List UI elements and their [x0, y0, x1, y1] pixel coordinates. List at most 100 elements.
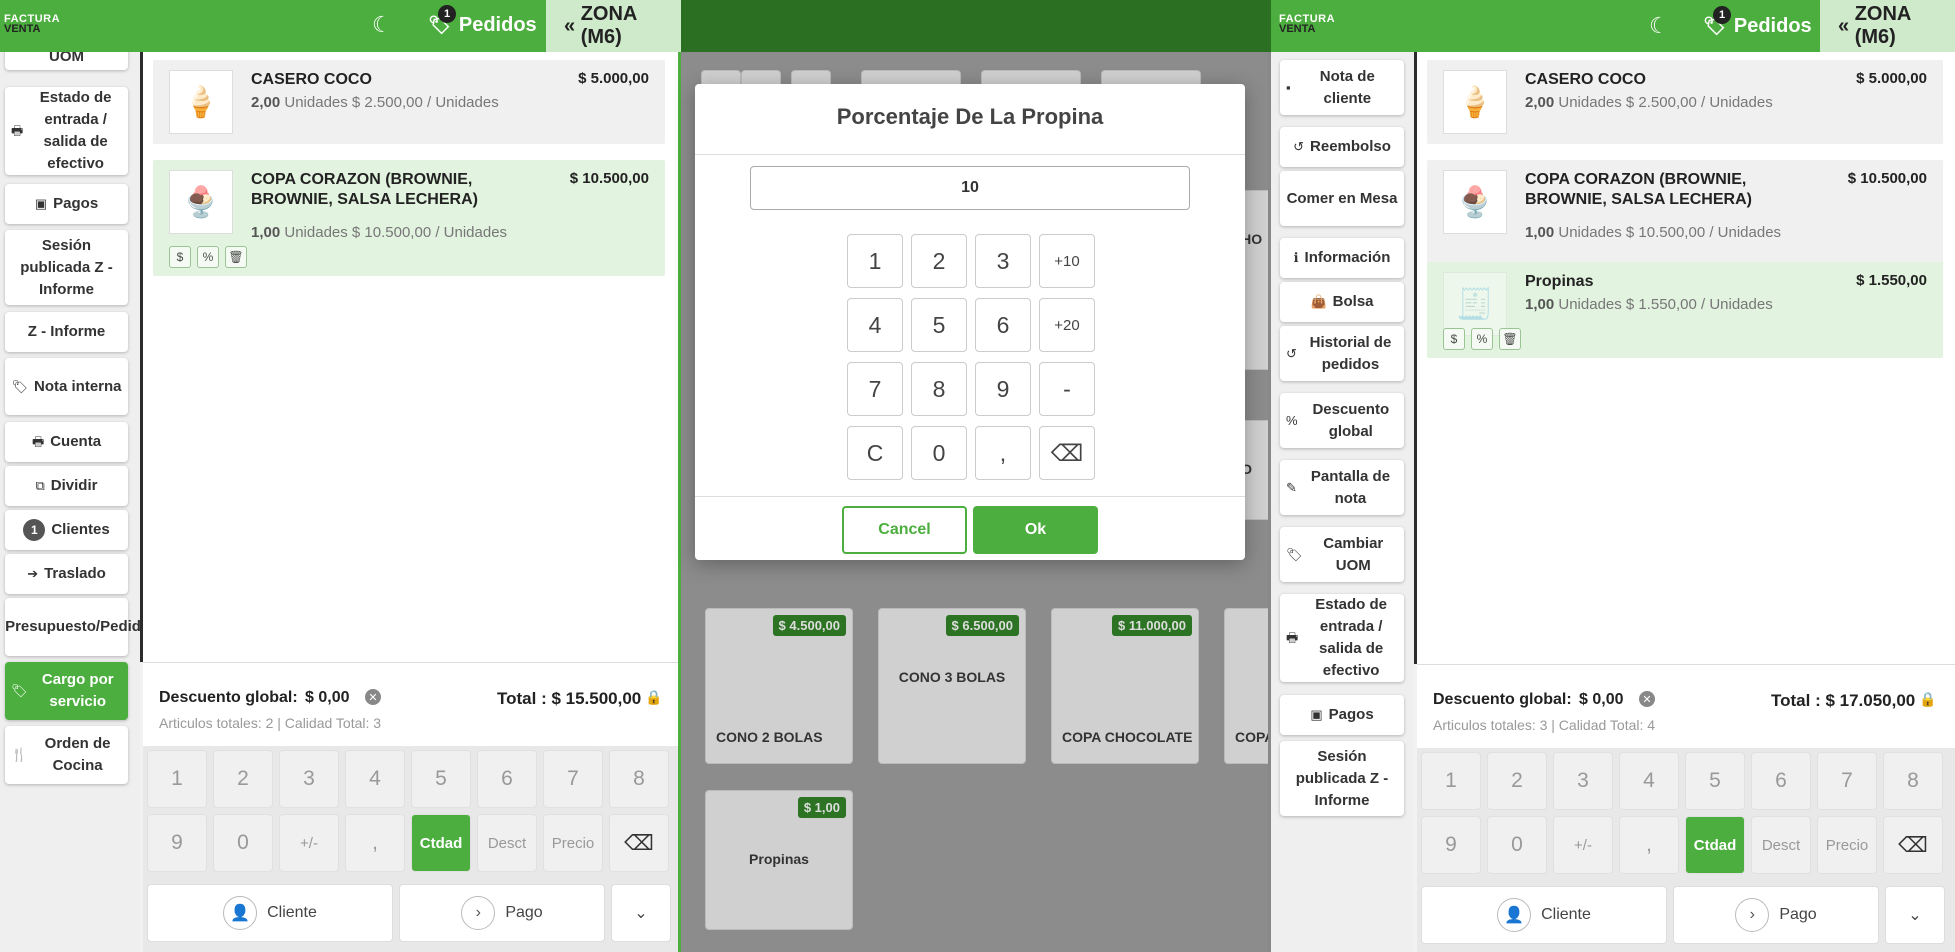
sidebar-button-orden-de-cocina[interactable]: 🍴 Orden de Cocina	[5, 726, 128, 784]
dark-mode-icon[interactable]: ☾	[372, 12, 392, 38]
payment-button[interactable]: › Pago	[399, 884, 605, 942]
order-line[interactable]: 🧾 Propinas 1,00 Unidades $ 1.550,00 / Unid…	[1427, 262, 1943, 358]
numpad-key-6[interactable]: 6	[1751, 752, 1811, 810]
numpad-key-precio[interactable]: Precio	[543, 814, 603, 872]
keypad-key-10[interactable]: +10	[1039, 234, 1095, 288]
clear-discount-icon[interactable]: ✕	[1639, 691, 1655, 707]
sidebar-button-uom[interactable]: UOM	[5, 52, 128, 70]
product-card[interactable]: $ 6.500,00 CONO 3 BOLAS	[878, 608, 1026, 764]
sidebar-button-reembolso[interactable]: ↺ Reembolso	[1280, 127, 1404, 167]
sidebar-button-cargo-por-servicio[interactable]: 🏷 Cargo por servicio	[5, 662, 128, 720]
keypad-key-0[interactable]: 0	[911, 426, 967, 480]
trash-icon[interactable]: 🗑	[1499, 328, 1521, 350]
numpad-key-[interactable]: +/-	[279, 814, 339, 872]
tip-input[interactable]: 10	[750, 166, 1190, 210]
zone-button[interactable]: « ZONA (M6)	[1820, 0, 1955, 52]
more-chevron-icon[interactable]: ⌄	[1885, 886, 1945, 944]
order-line[interactable]: 🍦 CASERO COCO 2,00 Unidades $ 2.500,00 / U…	[1427, 60, 1943, 144]
numpad-key-3[interactable]: 3	[1553, 752, 1613, 810]
keypad-key-comma[interactable]: ,	[975, 426, 1031, 480]
discount-icon[interactable]: %	[197, 246, 219, 268]
numpad-key-2[interactable]: 2	[1487, 752, 1547, 810]
sidebar-button-pagos[interactable]: ▣ Pagos	[5, 184, 128, 224]
clear-discount-icon[interactable]: ✕	[365, 689, 381, 705]
sidebar-button-sesion-publicada-z-informe[interactable]: Sesión publicada Z - Informe	[1280, 741, 1404, 816]
numpad-key-ctdad[interactable]: Ctdad	[1685, 816, 1745, 874]
order-line[interactable]: 🍨 COPA CORAZON (BROWNIE, BROWNIE, SALSA L…	[153, 160, 665, 276]
numpad-key-7[interactable]: 7	[543, 750, 603, 808]
sidebar-button-informacion[interactable]: ℹ Información	[1280, 238, 1404, 278]
sidebar-button-cambiar-uom[interactable]: 🏷 Cambiar UOM	[1280, 527, 1404, 582]
price-icon[interactable]: $	[1443, 328, 1465, 350]
numpad-key-8[interactable]: 8	[1883, 752, 1943, 810]
numpad-key-3[interactable]: 3	[279, 750, 339, 808]
dark-mode-icon[interactable]: ☾	[1649, 13, 1669, 39]
sidebar-button-estado-de-entrada-salida-de-efectivo[interactable]: 🖶 Estado de entrada / salida de efectivo	[1280, 594, 1404, 682]
numpad-key-9[interactable]: 9	[147, 814, 207, 872]
numpad-key-5[interactable]: 5	[1685, 752, 1745, 810]
more-chevron-icon[interactable]: ⌄	[611, 884, 671, 942]
backspace-key[interactable]: ⌫	[1883, 816, 1943, 874]
cancel-button[interactable]: Cancel	[842, 506, 967, 554]
numpad-key-8[interactable]: 8	[609, 750, 669, 808]
keypad-key-c[interactable]: C	[847, 426, 903, 480]
keypad-key-2[interactable]: 2	[911, 234, 967, 288]
product-card[interactable]: $ 11.000,00 COPA CHOCOLATE	[1051, 608, 1199, 764]
keypad-key-3[interactable]: 3	[975, 234, 1031, 288]
sidebar-button-pagos[interactable]: ▣ Pagos	[1280, 695, 1404, 735]
sidebar-button-descuento-global[interactable]: % Descuento global	[1280, 393, 1404, 448]
numpad-key-9[interactable]: 9	[1421, 816, 1481, 874]
numpad-key-desct[interactable]: Desct	[477, 814, 537, 872]
discount-icon[interactable]: %	[1471, 328, 1493, 350]
keypad-key-1[interactable]: 1	[847, 234, 903, 288]
zone-button[interactable]: « ZONA (M6)	[546, 0, 681, 52]
sidebar-button-nota-de-cliente[interactable]: ▪ Nota de cliente	[1280, 60, 1404, 115]
sidebar-button-clientes[interactable]: 1 Clientes	[5, 510, 128, 550]
keypad-key-minus[interactable]: -	[1039, 362, 1095, 416]
sidebar-button-nota-interna[interactable]: 🏷 Nota interna	[5, 358, 128, 415]
keypad-key-9[interactable]: 9	[975, 362, 1031, 416]
numpad-key-7[interactable]: 7	[1817, 752, 1877, 810]
sidebar-button-historial-de-pedidos[interactable]: ↺ Historial de pedidos	[1280, 326, 1404, 381]
product-card[interactable]: $ 1,00 Propinas	[705, 790, 853, 930]
sidebar-button-traslado[interactable]: ➔ Traslado	[5, 554, 128, 594]
numpad-key-[interactable]: ,	[1619, 816, 1679, 874]
numpad-key-[interactable]: ,	[345, 814, 405, 872]
payment-button[interactable]: › Pago	[1673, 886, 1879, 944]
numpad-key-desct[interactable]: Desct	[1751, 816, 1811, 874]
sidebar-button-sesion-publicada-z-informe[interactable]: Sesión publicada Z - Informe	[5, 230, 128, 305]
customer-button[interactable]: 👤 Cliente	[147, 884, 393, 942]
numpad-key-6[interactable]: 6	[477, 750, 537, 808]
numpad-key-precio[interactable]: Precio	[1817, 816, 1877, 874]
numpad-key-1[interactable]: 1	[1421, 752, 1481, 810]
order-line[interactable]: 🍨 COPA CORAZON (BROWNIE, BROWNIE, SALSA L…	[1427, 160, 1943, 276]
order-line[interactable]: 🍦 CASERO COCO 2,00 Unidades $ 2.500,00 / U…	[153, 60, 665, 144]
numpad-key-ctdad[interactable]: Ctdad	[411, 814, 471, 872]
sidebar-button-cuenta[interactable]: 🖶 Cuenta	[5, 422, 128, 462]
backspace-key[interactable]: ⌫	[609, 814, 669, 872]
sidebar-button-presupuesto-pedido[interactable]: 🔗Presupuesto/Pedido	[5, 598, 140, 656]
numpad-key-[interactable]: +/-	[1553, 816, 1613, 874]
numpad-key-5[interactable]: 5	[411, 750, 471, 808]
keypad-key-20[interactable]: +20	[1039, 298, 1095, 352]
keypad-key-7[interactable]: 7	[847, 362, 903, 416]
sidebar-button-estado-de-entrada-salida-de-efectivo[interactable]: 🖶 Estado de entrada / salida de efectivo	[5, 87, 128, 175]
sidebar-button-dividir[interactable]: ⧉ Dividir	[5, 466, 128, 506]
numpad-key-0[interactable]: 0	[213, 814, 273, 872]
numpad-key-1[interactable]: 1	[147, 750, 207, 808]
price-icon[interactable]: $	[169, 246, 191, 268]
keypad-key-6[interactable]: 6	[975, 298, 1031, 352]
numpad-key-4[interactable]: 4	[345, 750, 405, 808]
sidebar-button-pantalla-de-nota[interactable]: ✎ Pantalla de nota	[1280, 460, 1404, 515]
sidebar-button-z-informe[interactable]: Z - Informe	[5, 312, 128, 352]
trash-icon[interactable]: 🗑	[225, 246, 247, 268]
sidebar-button-bolsa[interactable]: 👜 Bolsa	[1280, 282, 1404, 322]
numpad-key-2[interactable]: 2	[213, 750, 273, 808]
orders-button[interactable]: 🏷 1 Pedidos	[1703, 6, 1812, 38]
customer-button[interactable]: 👤 Cliente	[1421, 886, 1667, 944]
product-card[interactable]: COPA	[1224, 608, 1271, 764]
numpad-key-4[interactable]: 4	[1619, 752, 1679, 810]
orders-button[interactable]: 🏷 1 Pedidos	[428, 5, 537, 37]
backspace-key[interactable]: ⌫	[1039, 426, 1095, 480]
keypad-key-8[interactable]: 8	[911, 362, 967, 416]
